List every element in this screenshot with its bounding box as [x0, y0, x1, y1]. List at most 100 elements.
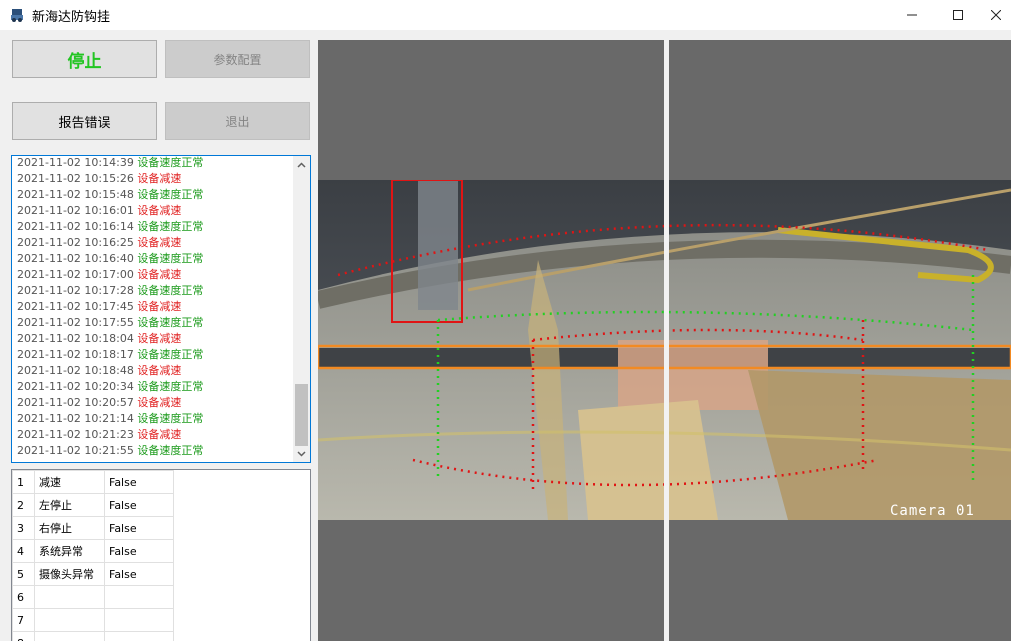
row-index[interactable]: 5	[12, 562, 35, 586]
log-entry: 2021-11-02 10:17:45 设备减速	[17, 299, 295, 315]
close-icon	[991, 10, 1001, 20]
row-index[interactable]: 7	[12, 608, 35, 632]
log-entry: 2021-11-02 10:21:23 设备减速	[17, 427, 295, 443]
window-title: 新海达防钩挂	[32, 10, 111, 25]
log-timestamp: 2021-11-02 10:17:28	[17, 284, 134, 297]
event-log[interactable]: 2021-11-02 10:14:39 设备速度正常 2021-11-02 10:…	[11, 155, 311, 463]
log-timestamp: 2021-11-02 10:17:00	[17, 268, 134, 281]
close-button[interactable]	[981, 0, 1011, 30]
log-timestamp: 2021-11-02 10:16:25	[17, 236, 134, 249]
log-message: 设备减速	[137, 236, 182, 249]
table-row[interactable]: 2 左停止 False	[12, 493, 174, 517]
log-entry: 2021-11-02 10:20:34 设备速度正常	[17, 379, 295, 395]
status-table: 1 减速 False 2 左停止 False 3 右停止 False 4 系统异常 False 5 摄像头…	[11, 469, 311, 641]
log-timestamp: 2021-11-02 10:14:39	[17, 156, 134, 169]
title-bar: 新海达防钩挂	[0, 0, 1011, 30]
log-message: 设备速度正常	[137, 220, 204, 233]
scroll-thumb[interactable]	[295, 384, 308, 446]
log-timestamp: 2021-11-02 10:18:04	[17, 332, 134, 345]
table-row[interactable]: 4 系统异常 False	[12, 539, 174, 563]
log-entry: 2021-11-02 10:16:25 设备减速	[17, 235, 295, 251]
chevron-up-icon[interactable]	[293, 156, 310, 173]
log-entry: 2021-11-02 10:21:14 设备速度正常	[17, 411, 295, 427]
status-name[interactable]: 右停止	[34, 516, 105, 540]
camera-label: Camera 01	[890, 503, 975, 519]
log-message: 设备速度正常	[137, 412, 204, 425]
status-value[interactable]: False	[104, 470, 174, 494]
table-row[interactable]: 6	[12, 585, 174, 609]
row-index[interactable]: 2	[12, 493, 35, 517]
status-name[interactable]: 减速	[34, 470, 105, 494]
log-timestamp: 2021-11-02 10:16:40	[17, 252, 134, 265]
log-message: 设备减速	[137, 428, 182, 441]
log-timestamp: 2021-11-02 10:16:01	[17, 204, 134, 217]
chevron-down-icon[interactable]	[293, 445, 310, 462]
log-timestamp: 2021-11-02 10:15:48	[17, 188, 134, 201]
log-entry: 2021-11-02 10:17:00 设备减速	[17, 267, 295, 283]
log-timestamp: 2021-11-02 10:21:55	[17, 444, 134, 457]
status-name[interactable]	[34, 608, 105, 632]
minimize-button[interactable]	[889, 0, 935, 30]
hook-app-icon	[11, 9, 23, 22]
log-message: 设备减速	[137, 268, 182, 281]
log-message: 设备减速	[137, 204, 182, 217]
log-scrollbar[interactable]	[293, 156, 310, 462]
table-row[interactable]: 3 右停止 False	[12, 516, 174, 540]
log-entry: 2021-11-02 10:15:26 设备减速	[17, 171, 295, 187]
minimize-icon	[907, 14, 917, 16]
status-name[interactable]: 摄像头异常	[34, 562, 105, 586]
table-row[interactable]: 8	[12, 631, 174, 641]
row-index[interactable]: 3	[12, 516, 35, 540]
maximize-icon	[953, 10, 963, 20]
view-divider	[664, 40, 669, 641]
log-message: 设备速度正常	[137, 316, 204, 329]
log-timestamp: 2021-11-02 10:17:55	[17, 316, 134, 329]
status-name[interactable]: 左停止	[34, 493, 105, 517]
log-timestamp: 2021-11-02 10:20:57	[17, 396, 134, 409]
table-row[interactable]: 1 减速 False	[12, 470, 174, 494]
status-value[interactable]: False	[104, 493, 174, 517]
status-value[interactable]: False	[104, 516, 174, 540]
status-value[interactable]	[104, 585, 174, 609]
log-lines: 2021-11-02 10:14:39 设备速度正常 2021-11-02 10:…	[17, 156, 295, 459]
config-button[interactable]: 参数配置	[165, 40, 310, 78]
log-entry: 2021-11-02 10:18:17 设备速度正常	[17, 347, 295, 363]
status-value[interactable]: False	[104, 539, 174, 563]
log-entry: 2021-11-02 10:16:40 设备速度正常	[17, 251, 295, 267]
log-entry: 2021-11-02 10:14:39 设备速度正常	[17, 156, 295, 171]
log-entry: 2021-11-02 10:15:48 设备速度正常	[17, 187, 295, 203]
log-message: 设备速度正常	[137, 444, 204, 457]
log-timestamp: 2021-11-02 10:20:34	[17, 380, 134, 393]
log-message: 设备速度正常	[137, 188, 204, 201]
report-error-button[interactable]: 报告错误	[12, 102, 157, 140]
log-timestamp: 2021-11-02 10:21:23	[17, 428, 134, 441]
status-value[interactable]: False	[104, 562, 174, 586]
log-timestamp: 2021-11-02 10:18:17	[17, 348, 134, 361]
log-timestamp: 2021-11-02 10:15:26	[17, 172, 134, 185]
row-index[interactable]: 6	[12, 585, 35, 609]
log-timestamp: 2021-11-02 10:21:14	[17, 412, 134, 425]
log-entry: 2021-11-02 10:18:48 设备减速	[17, 363, 295, 379]
status-name[interactable]: 系统异常	[34, 539, 105, 563]
log-message: 设备速度正常	[137, 348, 204, 361]
log-timestamp: 2021-11-02 10:17:45	[17, 300, 134, 313]
table-row[interactable]: 5 摄像头异常 False	[12, 562, 174, 586]
table-row[interactable]: 7	[12, 608, 174, 632]
exit-button[interactable]: 退出	[165, 102, 310, 140]
row-index[interactable]: 1	[12, 470, 35, 494]
status-name[interactable]	[34, 585, 105, 609]
stop-button[interactable]: 停止	[12, 40, 157, 78]
log-entry: 2021-11-02 10:17:28 设备速度正常	[17, 283, 295, 299]
maximize-button[interactable]	[935, 0, 981, 30]
log-entry: 2021-11-02 10:16:01 设备减速	[17, 203, 295, 219]
status-value[interactable]	[104, 631, 174, 641]
log-message: 设备速度正常	[137, 156, 204, 169]
log-message: 设备速度正常	[137, 380, 204, 393]
status-value[interactable]	[104, 608, 174, 632]
log-message: 设备减速	[137, 172, 182, 185]
status-name[interactable]	[34, 631, 105, 641]
row-index[interactable]: 4	[12, 539, 35, 563]
log-entry: 2021-11-02 10:18:04 设备减速	[17, 331, 295, 347]
row-index[interactable]: 8	[12, 631, 35, 641]
log-message: 设备减速	[137, 396, 182, 409]
